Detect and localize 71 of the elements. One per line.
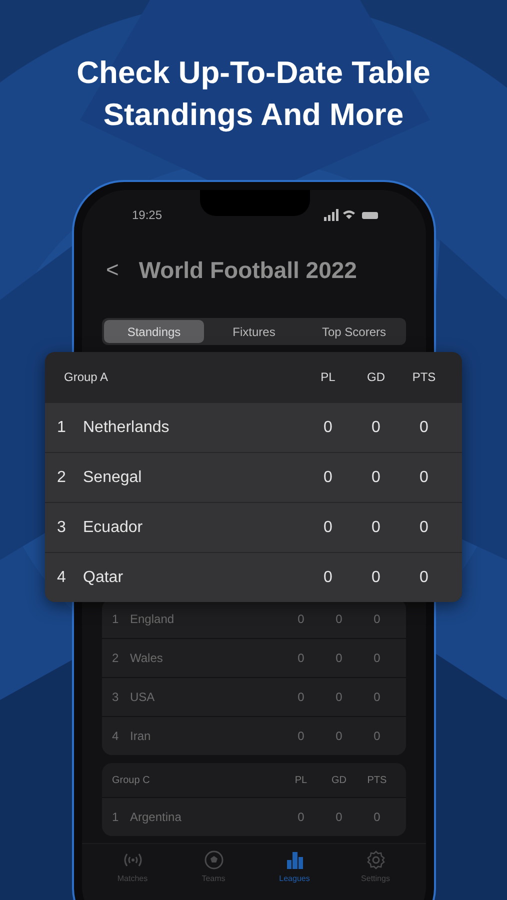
team-name: Iran	[130, 729, 152, 743]
position: 1	[112, 612, 120, 626]
points: 0	[372, 810, 382, 824]
headline: Check Up-To-Date Table Standings And More	[76, 54, 432, 134]
segment-tab[interactable]: Fixtures	[204, 320, 304, 343]
played: 0	[296, 729, 306, 743]
position: 4	[57, 568, 67, 586]
table-row[interactable]: 4 Iran 0 0 0	[102, 716, 406, 755]
column-header: GD	[366, 370, 386, 384]
goal-difference: 0	[370, 418, 382, 436]
group-name: Group A	[64, 370, 110, 384]
team-name: Ecuador	[83, 518, 144, 536]
position: 1	[112, 810, 120, 824]
team-name: USA	[130, 690, 156, 704]
bar-chart-icon	[284, 850, 304, 870]
segment-tab[interactable]: Top Scorers	[304, 320, 404, 343]
team-name: Qatar	[83, 568, 124, 586]
played: 0	[296, 651, 306, 665]
played: 0	[296, 690, 306, 704]
table-row[interactable]: 3 Ecuador 0 0 0	[45, 502, 462, 552]
team-name: Netherlands	[83, 418, 170, 436]
points: 0	[372, 612, 382, 626]
table-row[interactable]: 1 Argentina 0 0 0	[102, 797, 406, 836]
played: 0	[322, 568, 334, 586]
column-header: PL	[294, 774, 308, 786]
played: 0	[296, 810, 306, 824]
status-time: 19:25	[132, 208, 162, 222]
column-header: PTS	[411, 370, 437, 384]
team-name: Senegal	[83, 468, 143, 486]
back-button[interactable]: <	[102, 257, 123, 283]
column-header: PTS	[366, 774, 388, 786]
group-name: Group C	[112, 774, 151, 786]
table-row[interactable]: 1 Netherlands 0 0 0	[45, 402, 462, 452]
position: 1	[57, 418, 67, 436]
team-name: Wales	[130, 651, 164, 665]
column-header: GD	[330, 774, 348, 786]
status-icons	[324, 209, 380, 221]
position: 4	[112, 729, 120, 743]
team-name: England	[130, 612, 176, 626]
settings-icon	[366, 850, 386, 870]
football-icon	[204, 850, 224, 870]
goal-difference: 0	[334, 651, 344, 665]
points: 0	[418, 418, 430, 436]
points: 0	[418, 568, 430, 586]
position: 2	[57, 468, 67, 486]
points: 0	[418, 468, 430, 486]
position: 3	[112, 690, 120, 704]
goal-difference: 0	[334, 810, 344, 824]
position: 3	[57, 518, 67, 536]
points: 0	[418, 518, 430, 536]
points: 0	[372, 651, 382, 665]
tab-bar-item[interactable]: Leagues	[254, 844, 335, 900]
goal-difference: 0	[334, 690, 344, 704]
segment-tab[interactable]: Standings	[104, 320, 204, 343]
position: 2	[112, 651, 120, 665]
played: 0	[296, 612, 306, 626]
screen-title: World Football 2022	[138, 256, 357, 284]
table-row[interactable]: 4 Qatar 0 0 0	[45, 552, 462, 602]
goal-difference: 0	[334, 612, 344, 626]
goal-difference: 0	[370, 568, 382, 586]
goal-difference: 0	[334, 729, 344, 743]
points: 0	[372, 729, 382, 743]
table-row[interactable]: 2 Senegal 0 0 0	[45, 452, 462, 502]
team-name: Argentina	[130, 810, 182, 824]
goal-difference: 0	[370, 518, 382, 536]
played: 0	[322, 468, 334, 486]
played: 0	[322, 418, 334, 436]
goal-difference: 0	[370, 468, 382, 486]
points: 0	[372, 690, 382, 704]
column-header: PL	[320, 370, 336, 384]
played: 0	[322, 518, 334, 536]
